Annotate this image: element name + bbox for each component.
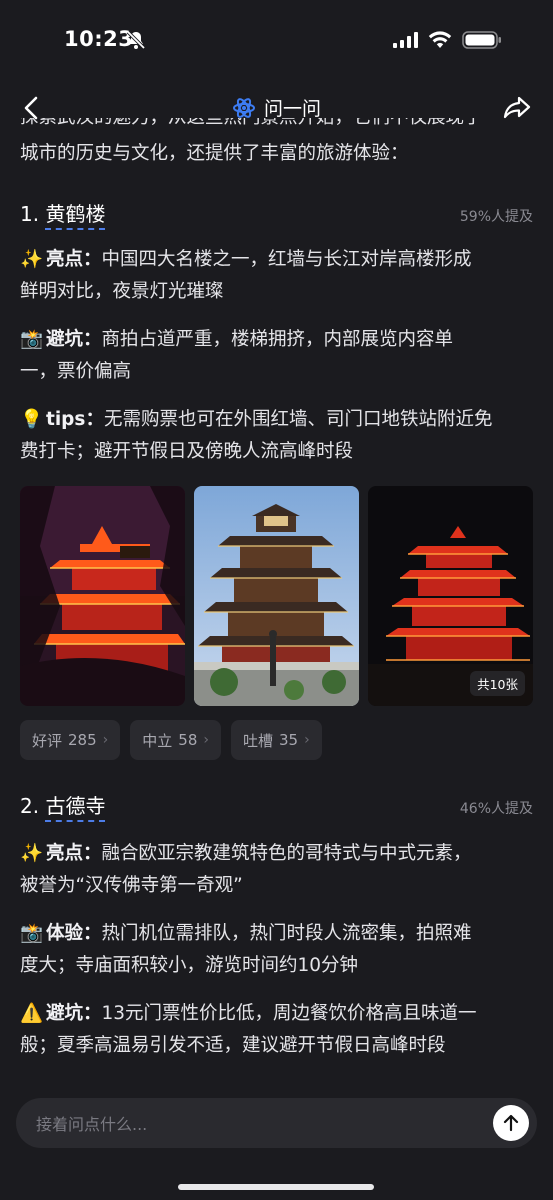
block-text: 商拍占道严重，楼梯拥挤，内部展览内容单 [101, 329, 454, 350]
intro-cut-line: 探索武汉的魅力，从这些热门景点开始，它们不仅展现了 [20, 118, 483, 134]
chevron-right-icon: › [102, 732, 109, 748]
content-fade [0, 1060, 553, 1100]
home-indicator [178, 1184, 374, 1190]
block-text: 被誉为“汉传佛寺第一奇观” [20, 875, 243, 896]
nav-title-group: 问一问 [0, 94, 553, 121]
section-1-pitfall: 📸 避坑：商拍占道严重，楼梯拥挤，内部展览内容单 一，票价偏高 [20, 324, 533, 388]
block-text: 融合欧亚宗教建筑特色的哥特式与中式元素， [101, 843, 472, 864]
section-2-name: 古德寺 [45, 794, 106, 822]
photo-image [194, 486, 359, 706]
sparkles-icon: ✨ [20, 843, 44, 864]
section-2-number: 2. [20, 794, 40, 818]
block-label: 体验： [46, 923, 102, 944]
section-2-mention: 46%人提及 [459, 801, 533, 817]
block-label: 亮点： [46, 249, 102, 270]
block-text: 13元门票性价比低，周边餐饮价格高且味道一 [101, 1003, 477, 1024]
send-button[interactable] [493, 1105, 529, 1141]
photo-image [20, 486, 185, 706]
section-1-title[interactable]: 1. 黄鹤楼 [20, 198, 106, 230]
chip-label: 吐槽 [242, 731, 273, 750]
question-input[interactable]: 接着问点什么... [36, 1111, 493, 1135]
block-text: 无需购票也可在外围红墙、司门口地铁站附近免 [103, 409, 493, 430]
block-label: 避坑： [46, 329, 102, 350]
warning-icon: ⚠️ [20, 1003, 44, 1024]
section-2-title[interactable]: 2. 古德寺 [20, 790, 106, 822]
image-count-badge[interactable]: 共10张 [470, 671, 525, 696]
intro-line: 城市的历史与文化，还提供了丰富的旅游体验： [20, 143, 409, 164]
wifi-icon [428, 31, 452, 48]
chip-complaint[interactable]: 吐槽 35 › [230, 720, 322, 760]
block-text: 鲜明对比，夜景灯光璀璨 [20, 281, 224, 302]
block-text: 中国四大名楼之一，红墙与长江对岸高楼形成 [101, 249, 472, 270]
nav-title: 问一问 [263, 98, 321, 120]
chevron-right-icon: › [304, 732, 310, 748]
lightbulb-icon: 💡 [20, 409, 44, 430]
chip-label: 中立 [142, 731, 173, 750]
block-text: 度大；寺庙面积较小，游览时间约10分钟 [20, 955, 359, 976]
status-time: 10:23 [64, 27, 134, 51]
section-1-highlight: ✨ 亮点：中国四大名楼之一，红墙与长江对岸高楼形成 鲜明对比，夜景灯光璀璨 [20, 244, 533, 308]
block-label: tips： [46, 409, 104, 430]
section-1-header: 1. 黄鹤楼 59%人提及 [20, 198, 533, 230]
chevron-right-icon: › [203, 732, 209, 748]
photo-yellow-crane-tower-night-1[interactable] [20, 486, 185, 706]
photo-yellow-crane-tower-day[interactable] [194, 486, 359, 706]
answer-content[interactable]: 探索武汉的魅力，从这些热门景点开始，它们不仅展现了 城市的历史与文化，还提供了丰… [0, 118, 553, 1093]
block-text: 费打卡；避开节假日及傍晚人流高峰时段 [20, 441, 354, 462]
bell-slash-icon [126, 30, 146, 50]
section-1-mention: 59%人提及 [459, 209, 533, 225]
chip-count: 35 [279, 731, 299, 749]
section-1-name: 黄鹤楼 [45, 202, 106, 230]
section-2-experience: 📸 体验：热门机位需排队，热门时段人流密集，拍照难 度大；寺庙面积较小，游览时间约… [20, 918, 533, 982]
status-bar: 10:23 [0, 0, 553, 80]
section-2-pitfall: ⚠️ 避坑：13元门票性价比低，周边餐饮价格高且味道一 般；夏季高温易引发不适，建… [20, 998, 533, 1062]
block-text: 热门机位需排队，热门时段人流密集，拍照难 [101, 923, 472, 944]
photo-yellow-crane-tower-night-2[interactable]: 共10张 [368, 486, 533, 706]
chip-positive[interactable]: 好评 285 › [20, 720, 121, 760]
question-input-bar[interactable]: 接着问点什么... [16, 1098, 537, 1148]
block-label: 亮点： [46, 843, 102, 864]
section-2-header: 2. 古德寺 46%人提及 [20, 790, 533, 822]
chip-count: 285 [68, 731, 97, 749]
camera-flash-icon: 📸 [20, 923, 44, 944]
block-label: 避坑： [46, 1003, 102, 1024]
signal-icon [393, 32, 418, 48]
section-1-number: 1. [20, 202, 40, 226]
block-text: 般；夏季高温易引发不适，建议避开节假日高峰时段 [20, 1035, 446, 1056]
arrow-up-icon [503, 1114, 519, 1132]
chip-neutral[interactable]: 中立 58 › [130, 720, 221, 760]
section-2-highlight: ✨ 亮点：融合欧亚宗教建筑特色的哥特式与中式元素， 被誉为“汉传佛寺第一奇观” [20, 838, 533, 902]
battery-icon [462, 31, 501, 49]
block-text: 一，票价偏高 [20, 361, 132, 382]
chip-label: 好评 [32, 731, 63, 750]
sentiment-chips: 好评 285 › 中立 58 › 吐槽 35 › [20, 720, 322, 760]
camera-flash-icon: 📸 [20, 329, 44, 350]
sparkles-icon: ✨ [20, 249, 44, 270]
section-1-tips: 💡 tips：无需购票也可在外围红墙、司门口地铁站附近免 费打卡；避开节假日及傍晚… [20, 404, 533, 468]
app-logo-icon [232, 97, 255, 118]
image-gallery: 共10张 [20, 486, 533, 706]
chip-count: 58 [178, 731, 198, 749]
